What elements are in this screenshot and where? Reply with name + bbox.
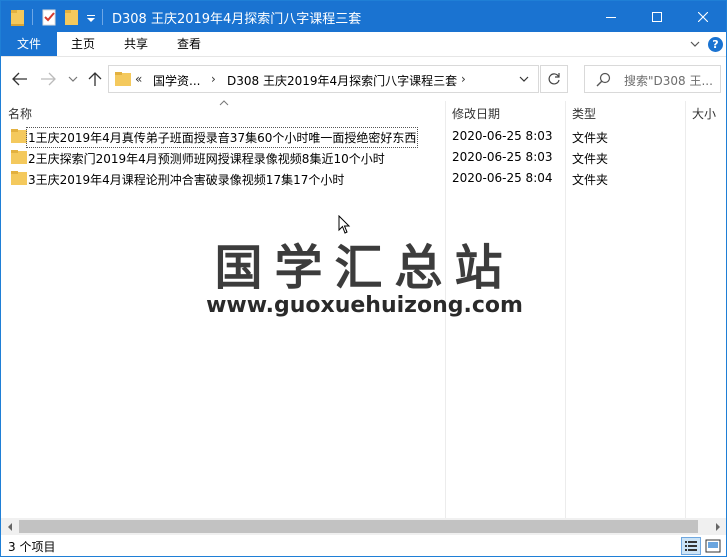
tab-home[interactable]: 主页 <box>71 32 95 56</box>
large-icons-view-icon[interactable] <box>703 537 723 555</box>
watermark-url: www.guoxuehuizong.com <box>206 293 523 318</box>
folder-icon <box>11 150 27 164</box>
scrollbar-thumb[interactable] <box>19 520 698 533</box>
tab-view[interactable]: 查看 <box>177 32 201 56</box>
file-name[interactable]: 3王庆2019年4月课程论刑冲合害破录像视频17集17个小时 <box>28 171 344 188</box>
breadcrumb-segment[interactable]: 国学资... <box>153 72 200 89</box>
breadcrumb-segment[interactable]: D308 王庆2019年4月探索门八字课程三套 <box>227 72 457 89</box>
search-input[interactable]: 搜索"D308 王... <box>584 65 721 93</box>
minimize-button[interactable] <box>588 1 634 32</box>
tab-file[interactable]: 文件 <box>1 32 57 56</box>
file-row[interactable]: 2王庆探索门2019年4月预测师班网授课程录像视频8集近10个小时 2020-0… <box>1 147 726 168</box>
help-icon[interactable]: ? <box>708 37 723 52</box>
search-placeholder: 搜索"D308 王... <box>624 74 713 88</box>
customize-toolbar-icon[interactable] <box>85 7 97 27</box>
file-date: 2020-06-25 8:03 <box>452 150 553 164</box>
recent-locations-button[interactable] <box>63 69 83 89</box>
tab-share[interactable]: 共享 <box>124 32 148 56</box>
column-header-date[interactable]: 修改日期 <box>452 105 500 123</box>
column-header-size[interactable]: 大小 <box>692 105 716 123</box>
file-type: 文件夹 <box>572 173 609 187</box>
address-bar[interactable]: « 国学资... › D308 王庆2019年4月探索门八字课程三套 › <box>108 65 539 93</box>
file-row[interactable]: 3王庆2019年4月课程论刑冲合害破录像视频17集17个小时 2020-06-2… <box>1 168 726 189</box>
forward-button[interactable] <box>38 69 58 89</box>
up-button[interactable] <box>85 69 105 89</box>
refresh-icon <box>548 73 560 85</box>
folder-icon <box>11 171 27 185</box>
folder-icon <box>11 129 27 143</box>
column-header-name[interactable]: 名称 <box>8 105 32 123</box>
maximize-button[interactable] <box>634 1 680 32</box>
back-button[interactable] <box>10 69 30 89</box>
status-bar: 3 个项目 <box>1 535 726 556</box>
refresh-button[interactable] <box>540 65 568 93</box>
title-separator <box>102 9 103 25</box>
item-count: 3 个项目 <box>8 540 56 554</box>
properties-icon[interactable] <box>41 7 59 27</box>
file-row[interactable]: 1王庆2019年4月真传弟子班面授录音37集60个小时唯一面授绝密好东西 202… <box>1 126 726 148</box>
scroll-left-icon[interactable] <box>1 518 18 535</box>
title-bar[interactable]: D308 王庆2019年4月探索门八字课程三套 <box>1 1 726 32</box>
close-button[interactable] <box>680 1 726 32</box>
file-date: 2020-06-25 8:03 <box>452 129 553 143</box>
expand-ribbon-icon[interactable] <box>689 38 701 50</box>
sort-ascending-icon <box>219 96 229 106</box>
file-type: 文件夹 <box>572 152 609 166</box>
ribbon-tabs: 文件 主页 共享 查看 ? <box>1 32 726 57</box>
horizontal-scrollbar[interactable] <box>1 518 726 535</box>
explorer-window: D308 王庆2019年4月探索门八字课程三套 文件 主页 共享 查看 ? « … <box>0 0 727 557</box>
window-title: D308 王庆2019年4月探索门八字课程三套 <box>112 12 362 27</box>
file-name[interactable]: 1王庆2019年4月真传弟子班面授录音37集60个小时唯一面授绝密好东西 <box>25 127 419 148</box>
quick-access-separator <box>32 9 33 25</box>
scroll-right-icon[interactable] <box>709 518 726 535</box>
address-overflow[interactable]: « <box>135 72 142 86</box>
watermark-chinese: 国学汇总站 <box>214 240 515 296</box>
column-header-type[interactable]: 类型 <box>572 105 596 123</box>
address-dropdown-icon[interactable] <box>518 73 530 85</box>
folder-icon[interactable] <box>10 7 25 27</box>
details-view-icon[interactable] <box>681 537 701 555</box>
file-date: 2020-06-25 8:04 <box>452 171 553 185</box>
breadcrumb-separator[interactable]: › <box>461 72 466 86</box>
folder-icon <box>115 72 131 86</box>
search-icon <box>596 72 611 87</box>
new-folder-icon[interactable] <box>64 7 79 27</box>
breadcrumb-separator[interactable]: › <box>211 72 216 86</box>
file-name[interactable]: 2王庆探索门2019年4月预测师班网授课程录像视频8集近10个小时 <box>28 150 385 167</box>
file-type: 文件夹 <box>572 131 609 145</box>
